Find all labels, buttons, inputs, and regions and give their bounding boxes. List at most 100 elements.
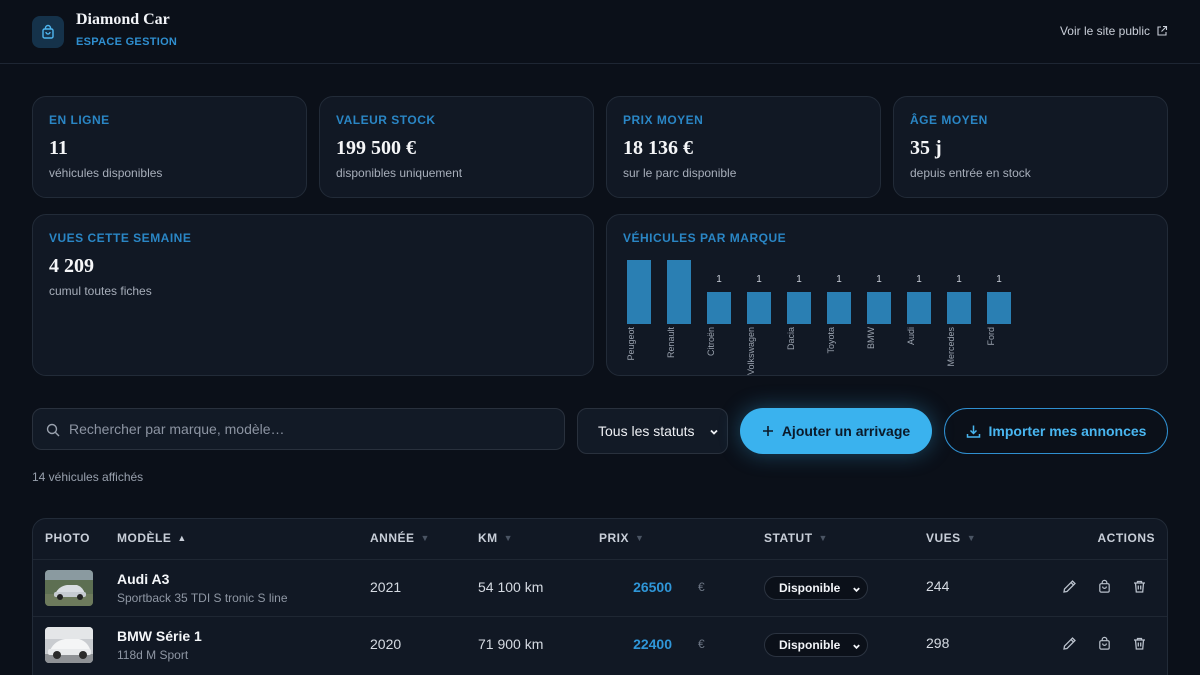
brand-subtitle: ESPACE GESTION: [76, 36, 178, 48]
col-header-status[interactable]: STATUT ▼: [764, 531, 828, 545]
vehicle-model: BMW Série 1: [117, 628, 202, 644]
stat-card-stock-value: VALEUR STOCK 199 500 € disponibles uniqu…: [319, 96, 594, 198]
bar-dacia: [787, 292, 811, 324]
bag-icon[interactable]: [1097, 579, 1112, 594]
download-icon: [966, 425, 980, 438]
bag-icon[interactable]: [1097, 636, 1112, 651]
stat-subtext: sur le parc disponible: [623, 166, 737, 180]
stat-value: 199 500 €: [336, 137, 416, 159]
stat-label: EN LIGNE: [49, 113, 110, 127]
vehicle-price[interactable]: 26500: [633, 579, 672, 595]
import-listings-button[interactable]: Importer mes annonces: [944, 408, 1168, 454]
vehicle-km: 71 900 km: [478, 636, 544, 652]
bar-data-label: 1: [716, 274, 722, 285]
vehicle-table: PHOTO MODÈLE ▲ ANNÉE ▼ KM ▼ PRIX ▼ STATUT ▼ V…: [32, 518, 1168, 675]
chevron-down-icon: [710, 429, 718, 435]
vehicle-views: 298: [926, 635, 950, 651]
bar-volkswagen: [747, 292, 771, 324]
category-label-5: Toyota: [826, 327, 836, 354]
search-box: [32, 408, 565, 450]
table-row: Audi A3 Sportback 35 TDI S tronic S line…: [33, 559, 1167, 616]
bar-audi: [907, 292, 931, 324]
bar-data-label: 1: [996, 274, 1002, 285]
search-input[interactable]: [69, 409, 549, 449]
plus-icon: [762, 426, 773, 436]
vehicle-trim: Sportback 35 TDI S tronic S line: [117, 591, 288, 605]
add-arrival-label: Ajouter un arrivage: [781, 423, 911, 439]
sort-asc-icon: ▲: [177, 533, 187, 543]
vehicle-price[interactable]: 22400: [633, 636, 672, 652]
pencil-icon[interactable]: [1062, 636, 1077, 651]
stat-value: 18 136 €: [623, 137, 693, 159]
vehicle-km: 54 100 km: [478, 579, 544, 595]
sort-icon: ▼: [503, 533, 514, 543]
brand-bar-chart: Peugeot Renault 1 Citroën 1 Volkswagen 1 Dacia 1…: [626, 260, 1011, 375]
brand-chart-card: VÉHICULES PAR MARQUE Peugeot Renault 1 Citr…: [606, 214, 1168, 376]
stat-value: 11: [49, 137, 68, 159]
public-site-link[interactable]: Voir le site public: [1060, 24, 1168, 38]
stat-label: PRIX MOYEN: [623, 113, 704, 127]
category-label-7: Audi: [906, 327, 916, 345]
chevron-down-icon: [853, 587, 860, 593]
stat-card-weekly-views: VUES CETTE SEMAINE 4 209 cumul toutes fi…: [32, 214, 594, 376]
bar-citroën: [707, 292, 731, 324]
vehicle-status-value: Disponible: [779, 581, 841, 595]
col-header-views[interactable]: VUES ▼: [926, 531, 976, 545]
category-label-4: Dacia: [786, 327, 796, 350]
vehicle-status-select[interactable]: Disponible: [764, 576, 868, 600]
search-icon: [46, 423, 60, 437]
bar-ford: [987, 292, 1011, 324]
bar-data-label: 1: [836, 274, 842, 285]
vehicle-status-select[interactable]: Disponible: [764, 633, 868, 657]
vehicle-trim: 118d M Sport: [117, 648, 189, 662]
trash-icon[interactable]: [1132, 636, 1147, 651]
bar-peugeot: [627, 260, 651, 324]
trash-icon[interactable]: [1132, 579, 1147, 594]
stat-card-average-price: PRIX MOYEN 18 136 € sur le parc disponib…: [606, 96, 881, 198]
bar-renault: [667, 260, 691, 324]
status-filter-select[interactable]: Tous les statuts: [577, 408, 728, 454]
col-header-year[interactable]: ANNÉE ▼: [370, 531, 430, 545]
stat-label: ÂGE MOYEN: [910, 113, 988, 127]
sort-icon: ▼: [818, 533, 828, 543]
category-label-8: Mercedes: [946, 327, 956, 367]
vehicle-year: 2021: [370, 579, 402, 595]
vehicle-count: 14 véhicules affichés: [32, 470, 144, 484]
add-arrival-button[interactable]: Ajouter un arrivage: [740, 408, 932, 454]
category-label-3: Volkswagen: [746, 327, 756, 375]
col-header-price[interactable]: PRIX ▼: [599, 531, 644, 545]
stat-subtext: cumul toutes fiches: [49, 284, 152, 298]
stat-label: VUES CETTE SEMAINE: [49, 231, 192, 245]
bar-data-label: 1: [756, 274, 762, 285]
bar-data-label: 1: [796, 274, 802, 285]
bar-data-label: 1: [916, 274, 922, 285]
bar-toyota: [827, 292, 851, 324]
pencil-icon[interactable]: [1062, 579, 1077, 594]
bar-mercedes: [947, 292, 971, 324]
vehicle-photo[interactable]: [45, 627, 93, 663]
currency-symbol: €: [698, 637, 705, 651]
public-site-link-label: Voir le site public: [1059, 24, 1150, 38]
bar-data-label: 1: [876, 274, 882, 285]
app-header: Diamond Car ESPACE GESTION Voir le site …: [0, 0, 1200, 64]
category-label-1: Renault: [666, 327, 676, 359]
bar-bmw: [867, 292, 891, 324]
stat-subtext: véhicules disponibles: [49, 166, 163, 180]
category-label-9: Ford: [986, 327, 996, 346]
import-listings-label: Importer mes annonces: [988, 423, 1147, 439]
vehicle-photo[interactable]: [45, 570, 93, 606]
bar-data-label: 1: [956, 274, 962, 285]
brand-name: Diamond Car: [76, 11, 170, 28]
brand-logo: [32, 16, 64, 48]
col-header-km[interactable]: KM ▼: [478, 531, 513, 545]
vehicle-views: 244: [926, 578, 950, 594]
stat-subtext: depuis entrée en stock: [910, 166, 1031, 180]
col-header-model[interactable]: MODÈLE ▲: [117, 531, 187, 545]
stat-card-average-age: ÂGE MOYEN 35 j depuis entrée en stock: [893, 96, 1168, 198]
col-header-actions: ACTIONS: [1097, 531, 1155, 545]
stat-subtext: disponibles uniquement: [336, 166, 463, 180]
table-row: BMW Série 1 118d M Sport 2020 71 900 km …: [33, 616, 1167, 673]
stat-card-online: EN LIGNE 11 véhicules disponibles: [32, 96, 307, 198]
status-filter-value: Tous les statuts: [598, 423, 695, 439]
stat-label: VALEUR STOCK: [336, 113, 436, 127]
